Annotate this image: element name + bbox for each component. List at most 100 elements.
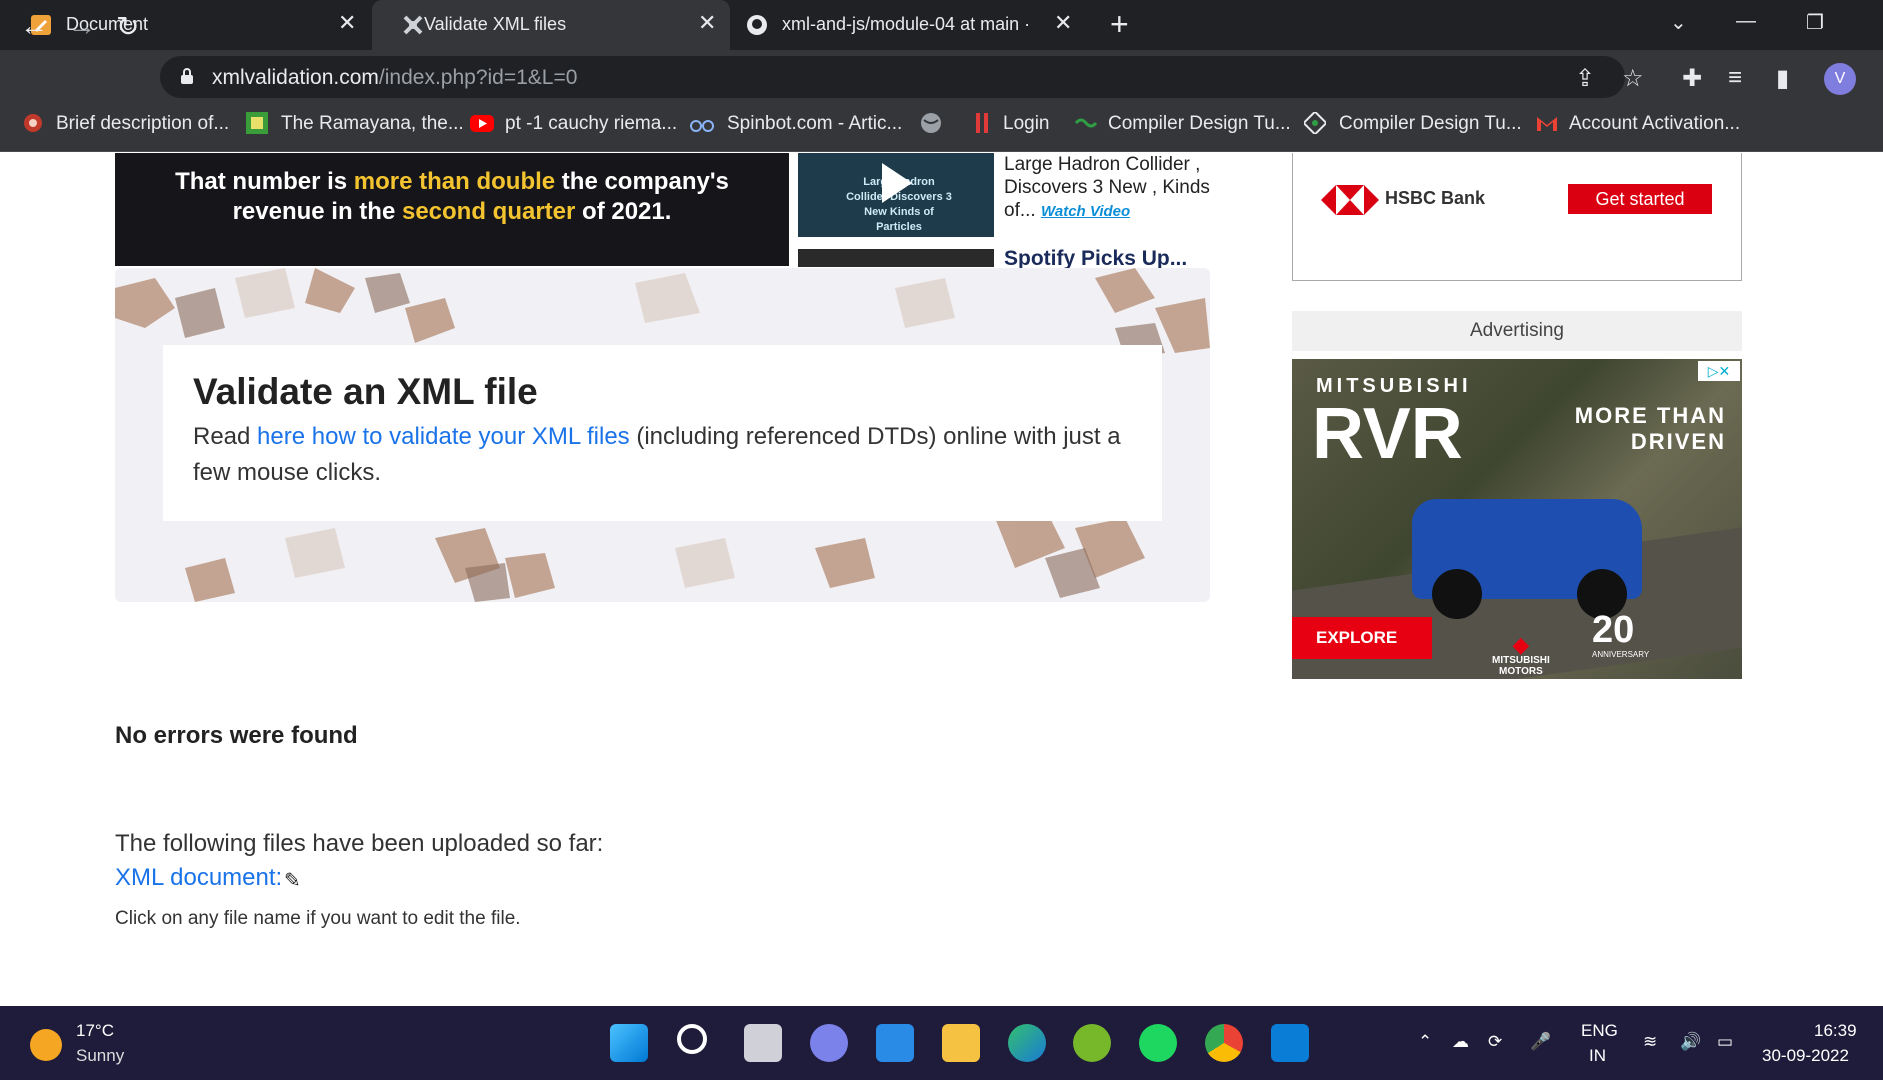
utorrent-icon[interactable] (1073, 1024, 1111, 1062)
url-host: xmlvalidation.com (212, 66, 379, 89)
vscode-icon[interactable] (1271, 1024, 1309, 1062)
get-started-button[interactable]: Get started (1568, 184, 1712, 214)
maker-line: MITSUBISHI (1492, 655, 1550, 666)
play-icon[interactable] (882, 163, 912, 203)
uploaded-files-label: The following files have been uploaded s… (115, 830, 604, 857)
language-in[interactable]: IN (1589, 1046, 1606, 1066)
edge-icon[interactable] (1008, 1024, 1046, 1062)
bookmark-item[interactable]: Brief description of... (56, 113, 229, 135)
tab-document[interactable]: Document ✕ (0, 0, 370, 50)
youtube-icon (470, 112, 494, 134)
mitsubishi-diamonds-icon: ◆ (1512, 632, 1530, 657)
file-explorer-icon[interactable] (942, 1024, 980, 1062)
login-icon (972, 112, 994, 134)
show-hidden-icons[interactable]: ⌃ (1418, 1032, 1432, 1052)
tagline-line: MORE THAN (1574, 403, 1726, 428)
share-icon[interactable]: ⇪ (1575, 64, 1595, 93)
clock-time[interactable]: 16:39 (1814, 1021, 1857, 1041)
bookmark-item[interactable]: Login (1003, 113, 1050, 135)
hero-banner: Validate an XML file Read here how to va… (115, 268, 1210, 602)
bookmark-star-icon[interactable]: ☆ (1622, 64, 1644, 93)
bookmark-item[interactable]: Compiler Design Tu... (1108, 113, 1291, 135)
headline-highlight: more than double (353, 168, 556, 195)
teams-chat-icon[interactable] (810, 1024, 848, 1062)
microphone-icon[interactable]: 🎤 (1530, 1032, 1551, 1052)
ad-tagline: MORE THAN DRIVEN (1575, 403, 1726, 455)
reload-icon[interactable]: ↻ (116, 10, 139, 43)
tab-validate-xml[interactable]: Validate XML files ✕ (372, 0, 730, 50)
advertising-label: Advertising (1292, 311, 1742, 351)
wifi-icon[interactable]: ≋ (1643, 1032, 1657, 1052)
tab-search-icon[interactable]: ⌄ (1670, 10, 1687, 35)
sun-icon[interactable] (30, 1029, 62, 1061)
task-view-icon[interactable] (744, 1024, 782, 1062)
close-tab-icon[interactable]: ✕ (1054, 10, 1072, 36)
close-tab-icon[interactable]: ✕ (698, 10, 716, 36)
clock-date[interactable]: 30-09-2022 (1762, 1046, 1849, 1066)
hsbc-name: HSBC Bank (1385, 188, 1486, 208)
profile-avatar[interactable]: V (1824, 63, 1856, 95)
video-description[interactable]: Large Hadron Collider , Discovers 3 New … (1004, 153, 1219, 223)
video-thumbnail[interactable]: Large Hadron Collider Discovers 3 New Ki… (798, 153, 994, 237)
explore-button[interactable]: EXPLORE (1292, 617, 1432, 659)
weather-temp[interactable]: 17°C (76, 1021, 114, 1041)
ramayana-icon (246, 112, 268, 134)
new-tab-button[interactable]: + (1110, 6, 1129, 43)
mail-icon[interactable] (876, 1024, 914, 1062)
headline-highlight: second quarter (401, 198, 576, 225)
headline-part: That number is (175, 168, 354, 195)
extensions-icon[interactable]: ✚ (1682, 64, 1702, 93)
minimize-button[interactable]: — (1736, 10, 1756, 33)
battery-icon[interactable]: ▭ (1717, 1032, 1733, 1052)
spotify-icon[interactable] (1139, 1024, 1177, 1062)
ad-model: RVR (1312, 394, 1463, 474)
search-icon[interactable] (677, 1024, 707, 1054)
edit-hint: Click on any file name if you want to ed… (115, 908, 521, 929)
hero-description: Read here how to validate your XML files… (193, 419, 1133, 491)
globe-icon[interactable] (920, 112, 942, 134)
close-tab-icon[interactable]: ✕ (338, 10, 356, 36)
page-viewport: That number is more than double the comp… (0, 153, 1883, 1006)
compiler-icon (1074, 112, 1098, 134)
xml-document-link[interactable]: XML document: (115, 864, 282, 892)
headline-part: the company's (555, 168, 729, 195)
weather-desc[interactable]: Sunny (76, 1046, 124, 1066)
how-to-validate-link[interactable]: here how to validate your XML files (257, 423, 630, 450)
xml-validation-icon (402, 14, 424, 36)
media-queue-icon[interactable]: ≡ (1728, 64, 1742, 92)
mitsubishi-ad[interactable]: MITSUBISHI RVR MORE THAN DRIVEN EXPLORE ◆… (1292, 359, 1742, 679)
headline-part: of 2021. (575, 198, 672, 225)
adchoices-icon[interactable]: ▷✕ (1698, 361, 1740, 381)
language-eng[interactable]: ENG (1581, 1021, 1618, 1041)
forward-icon[interactable]: → (68, 10, 96, 42)
chrome-icon[interactable] (1205, 1024, 1243, 1062)
page-title: Validate an XML file (193, 371, 538, 412)
onedrive-icon[interactable]: ☁ (1452, 1032, 1469, 1052)
tab-github[interactable]: xml-and-js/module-04 at main · ✕ (732, 0, 1082, 50)
bookmark-item[interactable]: Account Activation... (1569, 113, 1740, 135)
anniversary-text: ANNIVERSARY (1592, 650, 1650, 659)
headline-part: revenue in the (232, 198, 402, 225)
back-icon[interactable]: ← (20, 10, 48, 42)
bookmark-item[interactable]: Spinbot.com - Artic... (727, 113, 902, 135)
bookmark-item[interactable]: The Ramayana, the... (281, 113, 464, 135)
edit-icon[interactable]: ✎ (284, 868, 301, 893)
side-panel-icon[interactable]: ▮ (1776, 64, 1789, 93)
restore-button[interactable]: ❐ (1806, 10, 1824, 35)
sync-icon[interactable]: ⟳ (1488, 1032, 1502, 1052)
start-menu-icon[interactable] (610, 1024, 648, 1062)
compiler-icon-2 (1302, 110, 1328, 136)
bookmark-item[interactable]: Compiler Design Tu... (1339, 113, 1522, 135)
url-path: /index.php?id=1&L=0 (378, 66, 578, 89)
hero-text: Read (193, 423, 258, 450)
hsbc-ad[interactable]: HSBC Bank Get started (1292, 153, 1742, 281)
volume-icon[interactable]: 🔊 (1680, 1032, 1701, 1052)
gmail-icon (1535, 112, 1557, 134)
url-text[interactable]: xmlvalidation.com/index.php?id=1&L=0 (212, 66, 577, 90)
watch-video-link[interactable]: Watch Video (1041, 203, 1130, 220)
video-thumbnail-2[interactable] (798, 249, 994, 267)
bookmark-item[interactable]: pt -1 cauchy riema... (505, 113, 677, 135)
github-icon (746, 14, 768, 36)
mitsubishi-motors-logo: ◆ MITSUBISHI MOTORS (1492, 634, 1550, 678)
hsbc-logo-icon (1321, 185, 1379, 215)
